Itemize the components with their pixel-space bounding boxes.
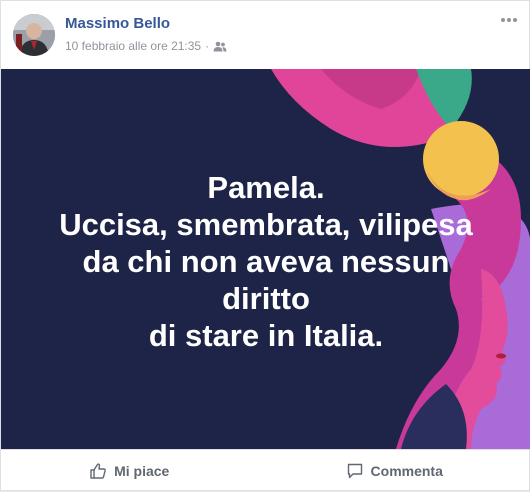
post-image[interactable]: Pamela. Uccisa, smembrata, vilipesa da c… <box>1 69 530 449</box>
image-caption: Pamela. Uccisa, smembrata, vilipesa da c… <box>1 169 530 354</box>
friends-icon[interactable] <box>213 41 227 52</box>
caption-line: di stare in Italia. <box>148 318 384 353</box>
avatar[interactable] <box>13 14 55 56</box>
comment-button[interactable]: Commenta <box>336 458 453 484</box>
post-card: Massimo Bello 10 febbraio alle ore 21:35… <box>0 0 530 491</box>
comment-icon <box>347 463 362 479</box>
thumbs-up-icon <box>90 463 106 479</box>
like-button[interactable]: Mi piace <box>79 458 179 484</box>
caption-line: Pamela. <box>207 170 325 205</box>
post-timestamp[interactable]: 10 febbraio alle ore 21:35 <box>65 39 201 53</box>
caption-line: Uccisa, smembrata, vilipesa <box>59 207 473 242</box>
avatar-photo <box>13 14 55 56</box>
like-label: Mi piace <box>114 463 170 479</box>
comment-label: Commenta <box>370 463 443 479</box>
meta-separator: · <box>205 39 210 53</box>
more-options-icon[interactable] <box>499 13 519 25</box>
author-name[interactable]: Massimo Bello <box>65 15 170 32</box>
post-actions: Mi piace Commenta <box>1 449 530 492</box>
post-meta: 10 febbraio alle ore 21:35 · <box>65 39 227 53</box>
caption-line: da chi non aveva nessun <box>82 244 450 279</box>
caption-line: diritto <box>222 281 310 316</box>
post-header: Massimo Bello 10 febbraio alle ore 21:35… <box>1 1 530 69</box>
